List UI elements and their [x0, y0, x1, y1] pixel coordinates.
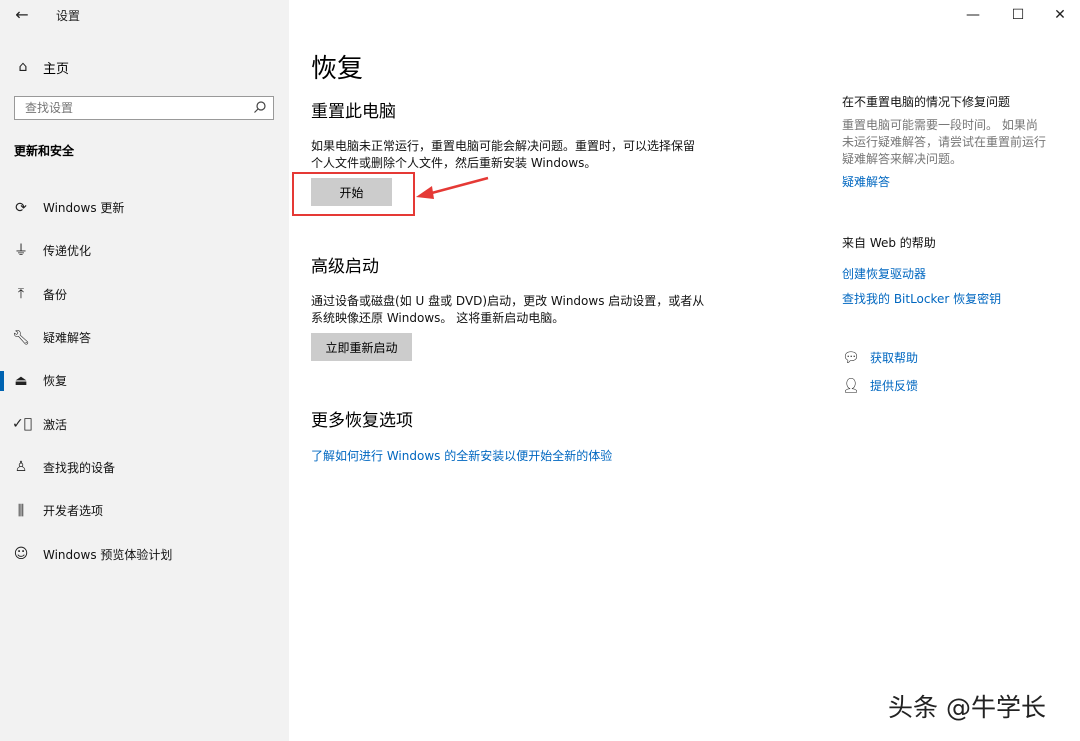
back-arrow-icon[interactable]: ←: [12, 5, 32, 25]
search-input[interactable]: [15, 97, 245, 119]
delivery-icon: ⏚: [12, 242, 30, 260]
check-circle-icon: ✓⃝: [12, 415, 30, 433]
feedback-link[interactable]: 👤︎ 提供反馈: [842, 377, 918, 394]
sidebar-item-label: Windows 预览体验计划: [43, 546, 172, 563]
fresh-start-link[interactable]: 了解如何进行 Windows 的全新安装以便开始全新的体验: [311, 447, 612, 464]
developer-icon: ⫼: [12, 502, 30, 520]
reset-pc-description: 如果电脑未正常运行，重置电脑可能会解决问题。重置时，可以选择保留 个人文件或删除…: [311, 138, 695, 172]
minimize-button[interactable]: —: [958, 4, 988, 26]
sidebar-item-troubleshoot[interactable]: 🔧︎ 疑难解答: [0, 316, 289, 359]
sidebar-item-label: 开发者选项: [43, 502, 103, 519]
person-location-icon: ♙: [12, 458, 30, 476]
sidebar-item-windows-update[interactable]: ⟳ Windows 更新: [0, 186, 289, 229]
troubleshoot-link[interactable]: 疑难解答: [842, 173, 890, 190]
sidebar-item-label: 疑难解答: [43, 329, 91, 346]
watermark-text: 头条 @牛学长: [888, 688, 1046, 724]
backup-icon: ⤒: [12, 285, 30, 303]
sidebar-item-label: 备份: [43, 286, 67, 303]
page-title: 恢复: [311, 48, 363, 85]
feedback-person-icon: 👤︎: [842, 378, 858, 394]
advanced-startup-description: 通过设备或磁盘(如 U 盘或 DVD)启动，更改 Windows 启动设置，或者…: [311, 293, 704, 327]
get-help-link[interactable]: 💬︎ 获取帮助: [842, 349, 918, 366]
sidebar-item-label: 查找我的设备: [43, 459, 115, 476]
chat-help-icon: 💬︎: [842, 350, 858, 366]
annotation-arrow-icon: [414, 174, 494, 202]
fix-without-reset-text: 重置电脑可能需要一段时间。 如果尚 未运行疑难解答，请尝试在重置前运行 疑难解答…: [842, 117, 1062, 168]
sidebar-item-delivery-optimization[interactable]: ⏚ 传递优化: [0, 229, 289, 272]
main-content: — ☐ ✕ 恢复 重置此电脑 如果电脑未正常运行，重置电脑可能会解决问题。重置时…: [289, 0, 1080, 741]
sidebar-item-label: 激活: [43, 416, 67, 433]
sidebar-item-backup[interactable]: ⤒ 备份: [0, 273, 289, 316]
more-recovery-options-heading: 更多恢复选项: [311, 406, 413, 431]
reset-pc-heading: 重置此电脑: [311, 97, 396, 122]
sidebar-item-label: 恢复: [43, 372, 67, 389]
home-icon: ⌂: [14, 59, 32, 75]
home-nav-item[interactable]: ⌂ 主页: [14, 57, 69, 77]
sidebar-nav: ⟳ Windows 更新 ⏚ 传递优化 ⤒ 备份 🔧︎ 疑难解答 ⏏ 恢复 ✓⃝…: [0, 186, 289, 576]
maximize-button[interactable]: ☐: [1003, 4, 1033, 26]
fix-without-reset-heading: 在不重置电脑的情况下修复问题: [842, 93, 1010, 110]
sidebar-item-recovery[interactable]: ⏏ 恢复: [0, 359, 289, 402]
advanced-startup-heading: 高级启动: [311, 252, 379, 277]
section-title: 更新和安全: [14, 142, 74, 159]
sidebar-item-developer[interactable]: ⫼ 开发者选项: [0, 489, 289, 532]
search-box: [14, 96, 274, 120]
close-button[interactable]: ✕: [1045, 4, 1075, 26]
create-recovery-drive-link[interactable]: 创建恢复驱动器: [842, 265, 926, 282]
wrench-icon: 🔧︎: [12, 329, 30, 347]
sidebar-item-find-my-device[interactable]: ♙ 查找我的设备: [0, 446, 289, 489]
web-help-heading: 来自 Web 的帮助: [842, 234, 936, 251]
cat-icon: ☺: [12, 545, 30, 563]
refresh-icon: ⟳: [12, 199, 30, 217]
home-label: 主页: [43, 58, 69, 77]
bitlocker-key-link[interactable]: 查找我的 BitLocker 恢复密钥: [842, 290, 1001, 307]
sidebar-item-activation[interactable]: ✓⃝ 激活: [0, 402, 289, 445]
recovery-icon: ⏏: [12, 372, 30, 390]
search-icon[interactable]: [253, 100, 267, 114]
sidebar-item-label: 传递优化: [43, 242, 91, 259]
annotation-highlight-box: [292, 172, 415, 216]
sidebar: ← 设置 ⌂ 主页 更新和安全 ⟳ Windows 更新 ⏚ 传递优化 ⤒ 备份…: [0, 0, 289, 741]
app-title: 设置: [56, 7, 80, 24]
sidebar-item-label: Windows 更新: [43, 199, 124, 216]
sidebar-item-insider-program[interactable]: ☺ Windows 预览体验计划: [0, 532, 289, 575]
restart-now-button[interactable]: 立即重新启动: [311, 333, 412, 361]
